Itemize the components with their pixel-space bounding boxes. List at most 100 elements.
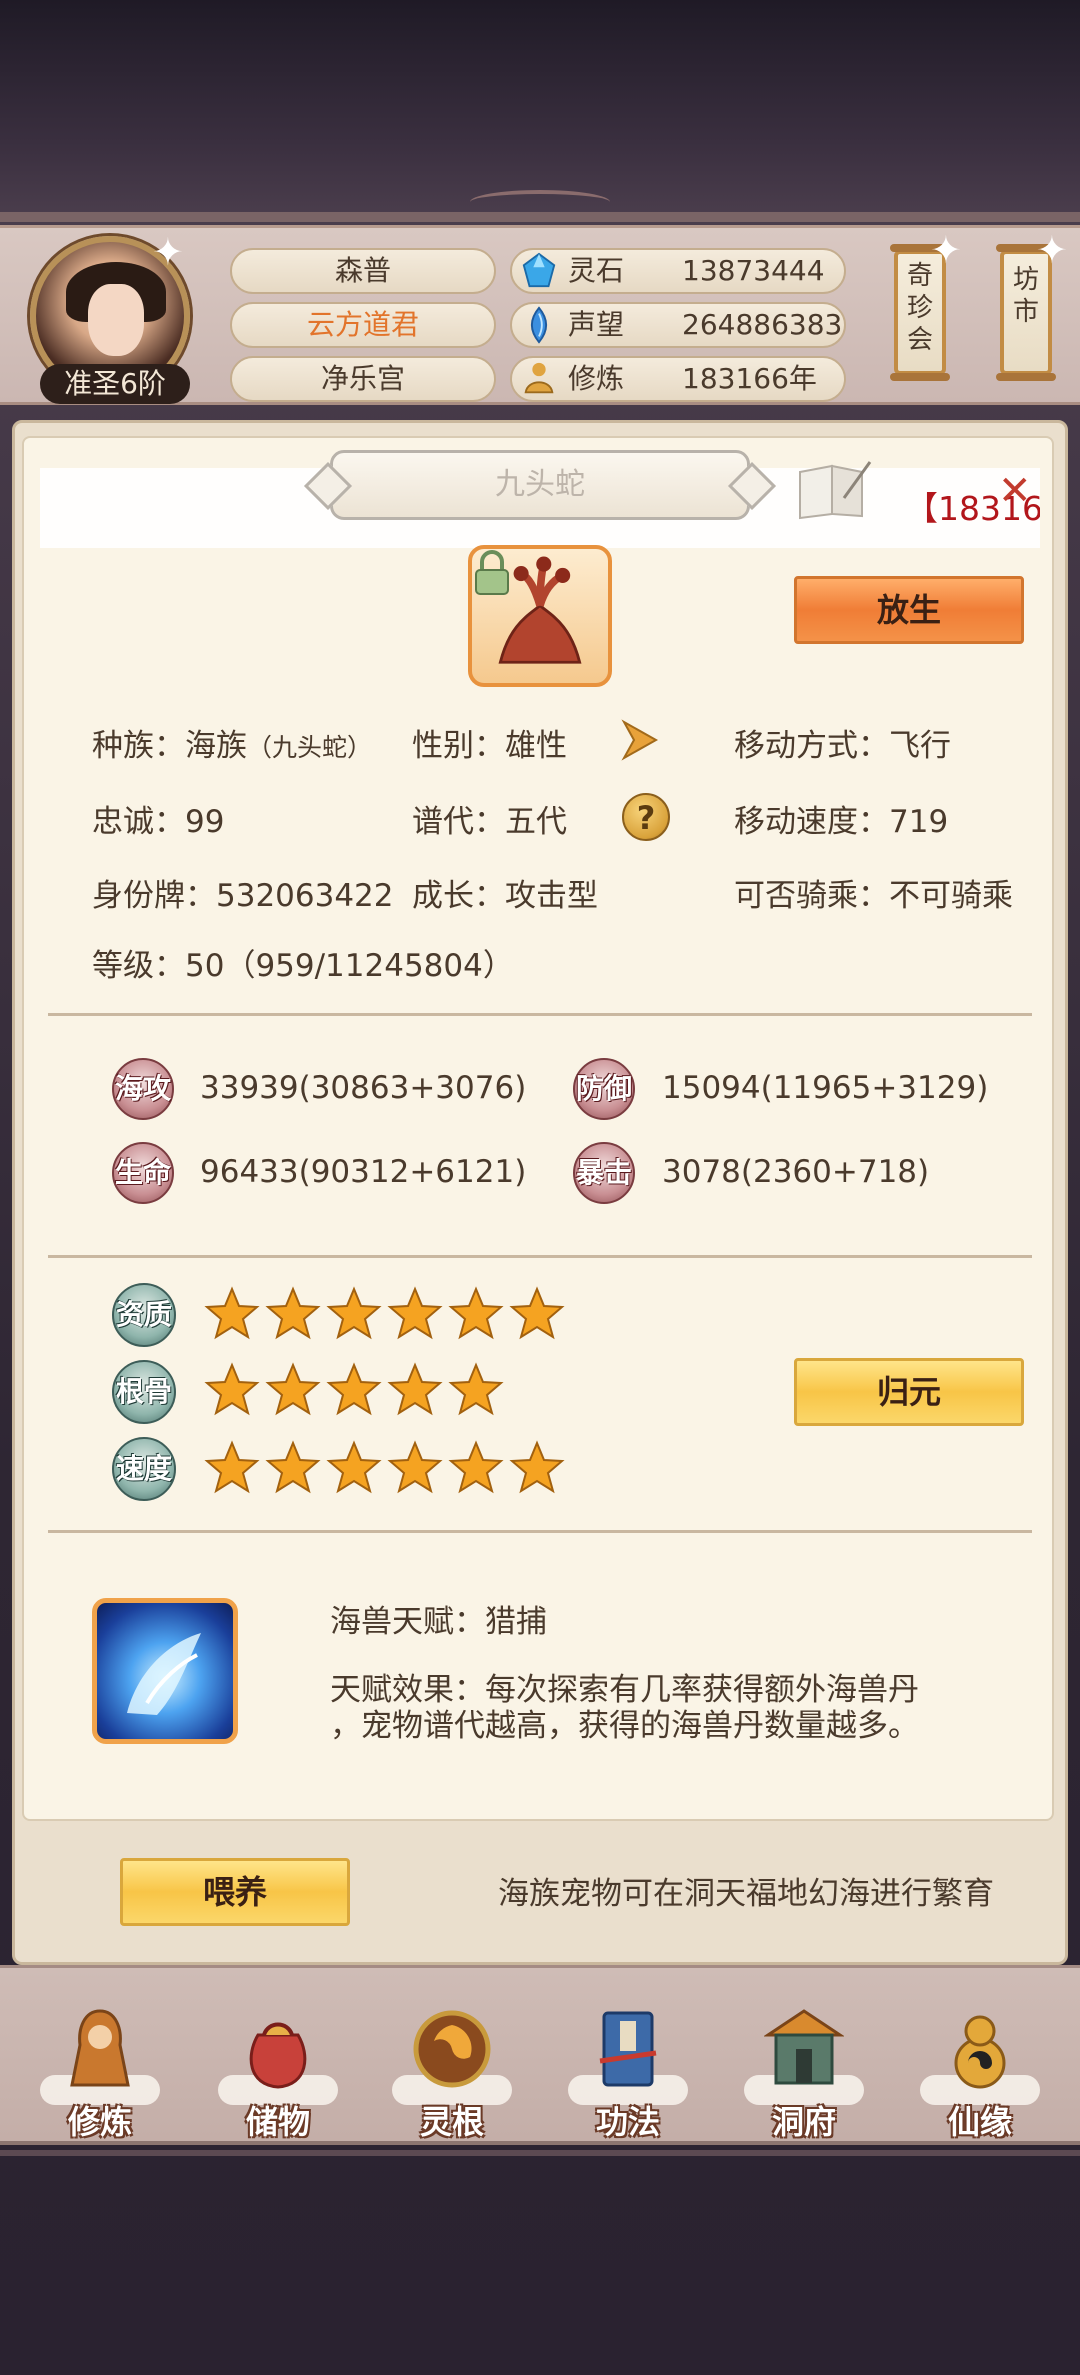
star-icon: [265, 1286, 321, 1340]
storage-bag-icon: [249, 2022, 307, 2089]
hunt-talent-icon: [127, 1633, 201, 1715]
stat-value: 183166年: [682, 362, 817, 395]
nav-technique[interactable]: 功法: [558, 2005, 698, 2145]
attack-badge: 海攻: [112, 1058, 174, 1120]
star-icon: [448, 1362, 504, 1416]
spirit-root-icon: [413, 2010, 491, 2088]
talent-title: 海兽天赋：猎捕: [330, 1604, 547, 1640]
star-icon: [387, 1362, 443, 1416]
star-icon: [509, 1440, 565, 1494]
hp-badge: 生命: [112, 1142, 174, 1204]
hp-value: 96433(90312+6121): [200, 1154, 527, 1190]
butterfly-icon: ✦: [152, 230, 184, 274]
star-icon: [326, 1440, 382, 1494]
generation-info: 谱代：五代: [412, 804, 567, 840]
defense-value: 15094(11965+3129): [662, 1070, 989, 1106]
cultivation-icon: [524, 362, 554, 394]
avatar-face: [88, 284, 144, 356]
move-type-info: 移动方式：飞行: [734, 728, 951, 764]
talent-effect-line2: ，宠物谱代越高，获得的海兽丹数量越多。: [330, 1708, 919, 1744]
aptitude-stars: [204, 1286, 565, 1342]
nav-immortal-fate[interactable]: 仙缘: [910, 2005, 1050, 2145]
release-button[interactable]: 放生: [794, 576, 1024, 644]
star-icon: [387, 1440, 443, 1494]
attack-value: 33939(30863+3076): [200, 1070, 527, 1106]
loyalty-info: 忠诚：99: [92, 804, 225, 840]
star-icon: [265, 1440, 321, 1494]
nav-label: 功法: [595, 2103, 660, 2141]
spirit-stone-icon: [522, 252, 556, 288]
growth-info: 成长：攻击型: [412, 878, 598, 914]
star-icon: [265, 1362, 321, 1416]
stat-cultivation: 修炼 183166年: [510, 356, 846, 402]
crit-badge: 暴击: [573, 1142, 635, 1204]
bone-badge: 根骨: [112, 1360, 176, 1424]
bottom-ornament-band: [0, 2150, 1080, 2156]
generation-help-icon[interactable]: ?: [622, 793, 670, 841]
aptitude-badge: 资质: [112, 1283, 176, 1347]
gender-info: 性别：雄性: [412, 728, 567, 764]
stat-label: 声望: [568, 308, 625, 341]
nav-label: 仙缘: [947, 2103, 1012, 2141]
nav-label: 修炼: [67, 2103, 132, 2141]
star-icon: [448, 1286, 504, 1340]
nav-cave-mansion[interactable]: 洞府: [734, 2005, 874, 2145]
nav-spirit-root[interactable]: 灵根: [382, 2005, 522, 2145]
crit-value: 3078(2360+718): [662, 1154, 930, 1190]
divider: [48, 1255, 1032, 1258]
stat-value: 264886383: [682, 308, 843, 341]
stat-spirit-stone: 灵石 13873444: [510, 248, 846, 294]
gourd-icon: [954, 2015, 1006, 2089]
star-icon: [509, 1286, 565, 1340]
rideable-info: 可否骑乘：不可骑乘: [734, 878, 1013, 914]
feed-button[interactable]: 喂养: [120, 1858, 350, 1926]
gender-arrow-icon[interactable]: [616, 716, 666, 764]
nav-label: 储物: [245, 2103, 310, 2141]
nav-label: 洞府: [771, 2103, 836, 2141]
star-icon: [326, 1362, 382, 1416]
stat-value: 13873444: [682, 254, 825, 287]
star-icon: [204, 1440, 260, 1494]
stat-label: 灵石: [568, 254, 625, 287]
nav-storage[interactable]: 储物: [208, 2005, 348, 2145]
breeding-hint: 海族宠物可在洞天福地幻海进行繁育: [498, 1876, 994, 1912]
top-ornament: [470, 190, 610, 214]
pet-guide-book-icon[interactable]: [796, 458, 872, 520]
player-rank-badge: 准圣6阶: [40, 364, 190, 404]
nav-cultivate[interactable]: 修炼: [30, 2005, 170, 2145]
cave-mansion-icon: [764, 2009, 844, 2085]
reputation-icon: [530, 306, 548, 344]
return-button[interactable]: 归元: [794, 1358, 1024, 1426]
star-icon: [448, 1440, 504, 1494]
id-tag-info: 身份牌：532063422: [92, 878, 394, 914]
move-speed-info: 移动速度：719: [734, 804, 949, 840]
player-title: 云方道君: [230, 302, 496, 348]
treasure-fair-label: 奇珍会: [907, 261, 934, 355]
star-icon: [387, 1286, 443, 1340]
defense-badge: 防御: [573, 1058, 635, 1120]
pet-name-plaque: 九头蛇: [330, 450, 750, 520]
player-name: 森普: [230, 248, 496, 294]
star-icon: [204, 1362, 260, 1416]
level-info: 等级：50（959/11245804）: [92, 948, 514, 984]
talent-skill-icon[interactable]: [92, 1598, 238, 1744]
divider: [48, 1013, 1032, 1016]
butterfly-icon: ✦: [930, 228, 962, 272]
race-info: 种族：海族（九头蛇）: [92, 720, 372, 765]
stat-label: 修炼: [568, 362, 625, 395]
bone-stars: [204, 1362, 504, 1418]
player-sect: 净乐宫: [230, 356, 496, 402]
butterfly-icon: ✦: [1036, 228, 1068, 272]
meditation-icon: [70, 2009, 130, 2087]
close-icon[interactable]: ✕: [998, 468, 1032, 514]
market-label: 坊市: [1013, 265, 1040, 327]
star-icon: [204, 1286, 260, 1340]
stat-reputation: 声望 264886383: [510, 302, 846, 348]
divider: [48, 1530, 1032, 1533]
speed-stars: [204, 1440, 565, 1496]
speed-badge: 速度: [112, 1437, 176, 1501]
scripture-book-icon: [599, 2011, 657, 2087]
lock-icon[interactable]: [472, 550, 512, 596]
race-sub: （九头蛇）: [247, 733, 373, 762]
race-label: 种族：海族: [92, 728, 247, 764]
